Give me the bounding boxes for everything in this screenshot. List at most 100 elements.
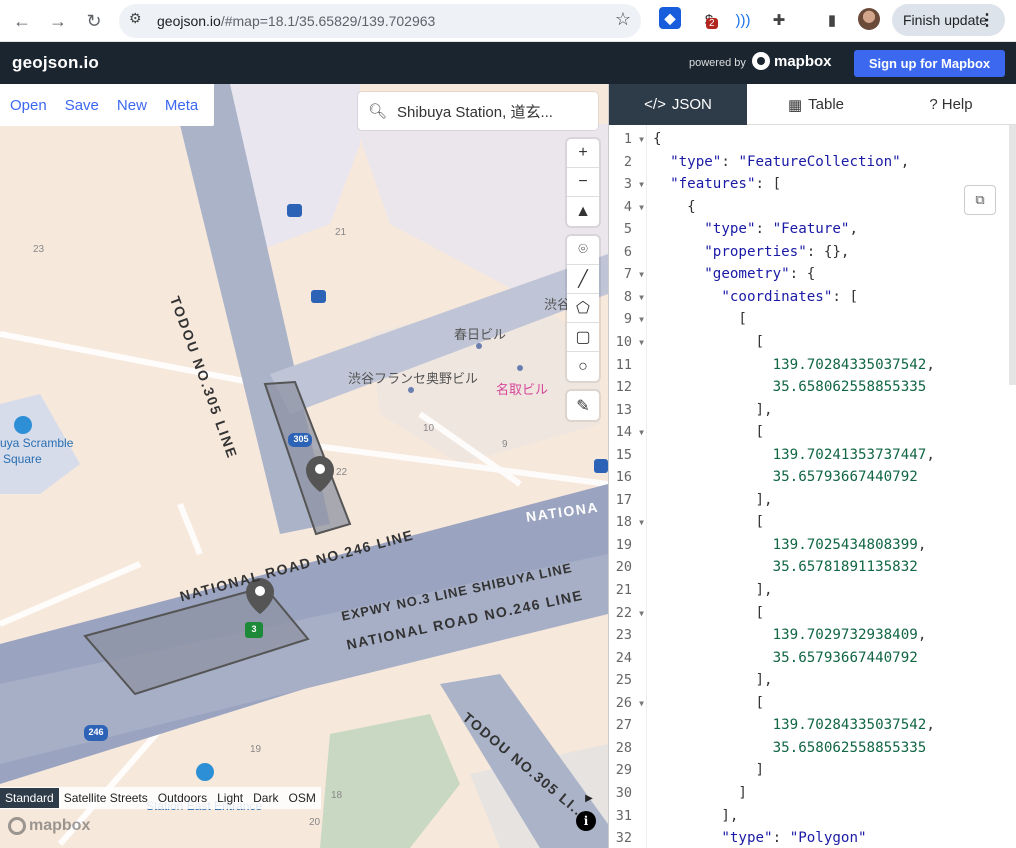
fold-toggle-icon[interactable]: ▼: [639, 338, 644, 347]
copy-icon[interactable]: ⧉: [964, 185, 996, 215]
zoom-in-icon[interactable]: +: [567, 139, 599, 168]
code-line: 35.658062558855335: [772, 739, 927, 756]
map-canvas[interactable]: TODOU NO.305 LINE NATIONAL ROAD NO.246 L…: [0, 84, 608, 848]
compass-icon[interactable]: ▲: [567, 197, 599, 226]
draw-rectangle-icon[interactable]: ▢: [567, 323, 599, 352]
side-panel-icon[interactable]: ▮: [820, 8, 844, 32]
draw-point-icon[interactable]: ⌾: [567, 236, 599, 265]
extension-badge: 2: [706, 18, 718, 29]
file-menu: Open Save New Meta: [0, 84, 215, 126]
json-editor[interactable]: 1 ▼ 2 3 ▼ 4 ▼ 5 6 7 ▼ 8 ▼ 9 ▼ 10 ▼ 11 12 13 14 ▼ 15 16 17 18 ▼ 19 20…: [609, 125, 1016, 848]
site-settings-icon[interactable]: ⚙: [129, 10, 142, 27]
finish-update-button[interactable]: Finish update ⋮: [892, 4, 1005, 36]
tab-help[interactable]: ? Help: [885, 84, 1016, 125]
menu-save[interactable]: Save: [55, 97, 99, 114]
line-number: 19: [615, 536, 632, 553]
reload-icon[interactable]: ↻: [79, 6, 109, 36]
style-satellite-streets[interactable]: Satellite Streets: [59, 788, 153, 808]
style-standard[interactable]: Standard: [0, 788, 59, 808]
bitwarden-extension-icon[interactable]: ◆: [659, 7, 681, 29]
draw-polygon-icon[interactable]: ⬠: [567, 294, 599, 323]
extensions-puzzle-icon[interactable]: ✚: [767, 8, 791, 32]
fold-toggle-icon[interactable]: ▼: [639, 428, 644, 437]
draw-controls: ⌾ ╱ ⬠ ▢ ○: [567, 236, 599, 381]
code-line: {: [653, 131, 662, 147]
code-line: 35.65793667440792: [772, 469, 918, 486]
line-number: 26: [615, 694, 632, 711]
poi-label-natori: 名取ビル: [496, 382, 549, 397]
code-line: ]: [653, 762, 765, 779]
back-icon[interactable]: ←: [7, 6, 37, 36]
line-number: 12: [615, 379, 632, 396]
mapbox-logo-text: mapbox: [774, 52, 832, 70]
forward-icon[interactable]: →: [43, 6, 73, 36]
powered-by-text: powered by: [689, 57, 746, 69]
profile-avatar[interactable]: [858, 8, 880, 30]
line-number: 4: [623, 198, 632, 215]
zoom-out-icon[interactable]: −: [567, 168, 599, 197]
fold-toggle-icon[interactable]: ▼: [639, 315, 644, 324]
mapbox-watermark-icon: [8, 817, 26, 835]
block-number: 10: [423, 423, 435, 434]
code-line: ],: [653, 807, 739, 824]
editor-scrollbar[interactable]: [1009, 125, 1016, 385]
code-line: ],: [653, 582, 773, 598]
code-line: "type": "Polygon": [721, 830, 867, 847]
fold-toggle-icon[interactable]: ▼: [639, 518, 644, 527]
draw-line-icon[interactable]: ╱: [567, 265, 599, 294]
edit-icon[interactable]: ✎: [567, 391, 599, 420]
signup-mapbox-button[interactable]: Sign up for Mapbox: [854, 50, 1005, 77]
line-number: 17: [615, 491, 632, 508]
wireless-extension-icon[interactable]: ))): [731, 8, 755, 32]
fold-toggle-icon[interactable]: ▼: [639, 203, 644, 212]
code-line: 139.7029732938409,: [772, 627, 927, 644]
search-box[interactable]: 🔍︎ Shibuya Station, 道玄...: [358, 92, 598, 130]
mapbox-watermark-text: mapbox: [29, 817, 91, 834]
attribution-info-icon[interactable]: i: [576, 811, 596, 831]
code-icon: </>: [644, 96, 666, 113]
tab-json[interactable]: </> JSON: [609, 84, 747, 125]
style-osm[interactable]: OSM: [283, 788, 320, 808]
app-logo[interactable]: geojson.io: [12, 53, 99, 73]
mapbox-logo[interactable]: mapbox: [752, 52, 832, 70]
line-number: 15: [615, 446, 632, 463]
line-number: 16: [615, 469, 632, 486]
code-line: [: [653, 311, 747, 328]
code-line: 139.70284335037542,: [772, 356, 935, 373]
line-number: 22: [615, 604, 632, 621]
code-line: "type": "Feature",: [704, 221, 859, 238]
draw-circle-icon[interactable]: ○: [567, 352, 599, 381]
block-number: 19: [250, 744, 262, 755]
tab-help-label: Help: [941, 96, 973, 113]
menu-new[interactable]: New: [107, 97, 147, 114]
menu-meta[interactable]: Meta: [155, 97, 198, 114]
style-dark[interactable]: Dark: [248, 788, 283, 808]
poi-label-scramble: uya Scramble: [0, 436, 74, 450]
tab-table[interactable]: ▦ Table: [747, 84, 885, 125]
line-number: 1: [623, 131, 632, 147]
line-number: 2: [623, 153, 632, 170]
bookmark-star-icon[interactable]: ☆: [615, 9, 631, 30]
styles-next-icon[interactable]: ▶: [578, 787, 600, 809]
search-input[interactable]: Shibuya Station, 道玄...: [397, 101, 553, 122]
code-line: "properties": {},: [704, 243, 850, 260]
line-number: 27: [615, 717, 632, 734]
style-light[interactable]: Light: [212, 788, 248, 808]
poi-label-shibuya-france: 渋谷フランセ奥野ビル: [348, 371, 479, 386]
fold-toggle-icon[interactable]: ▼: [639, 293, 644, 302]
block-number: 23: [33, 244, 45, 255]
line-number: 32: [615, 830, 632, 847]
address-bar[interactable]: ⚙ geojson.io/#map=18.1/35.65829/139.7029…: [119, 4, 641, 38]
fold-toggle-icon[interactable]: ▼: [639, 609, 644, 618]
code-line: [: [653, 514, 765, 531]
code-line: "coordinates": [: [721, 288, 859, 305]
line-number: 30: [615, 784, 632, 801]
fold-toggle-icon[interactable]: ▼: [639, 180, 644, 189]
menu-open[interactable]: Open: [0, 97, 47, 114]
style-outdoors[interactable]: Outdoors: [153, 788, 212, 808]
fold-toggle-icon[interactable]: ▼: [639, 699, 644, 708]
fold-toggle-icon[interactable]: ▼: [639, 135, 644, 144]
fold-toggle-icon[interactable]: ▼: [639, 270, 644, 279]
line-number: 9: [623, 311, 632, 328]
line-number: 20: [615, 559, 632, 576]
